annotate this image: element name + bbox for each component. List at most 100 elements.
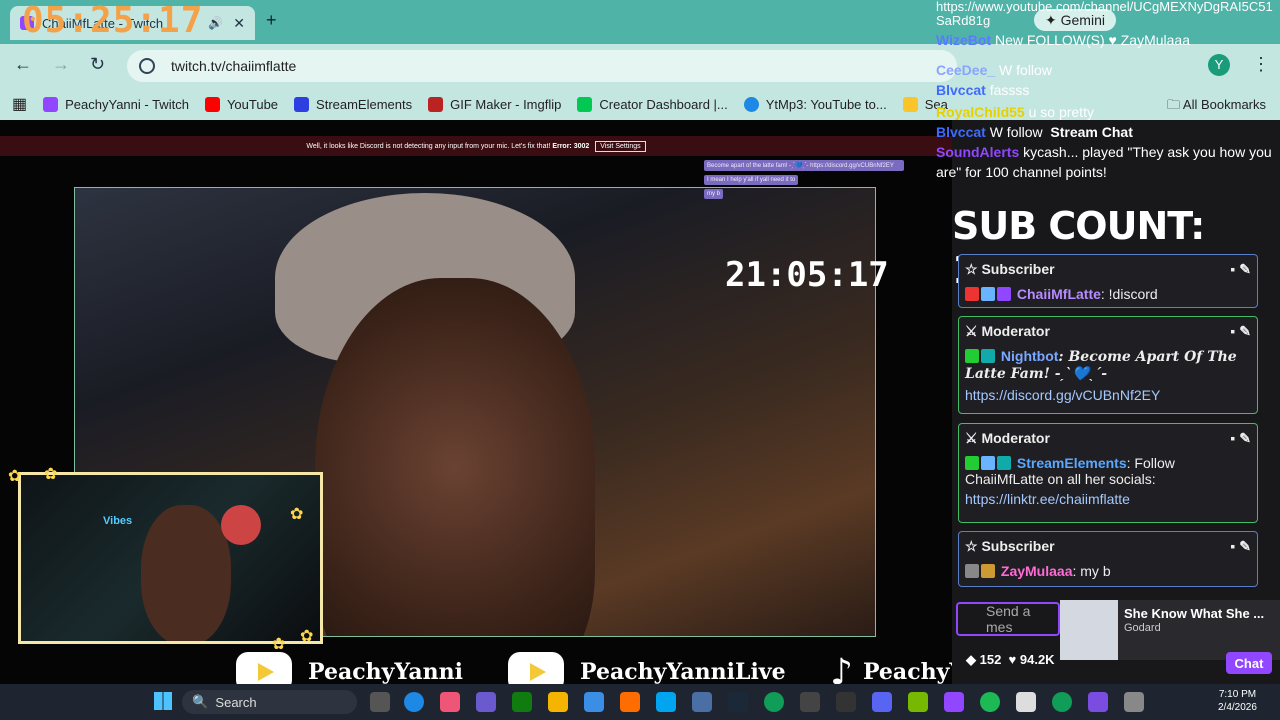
neon-sign: Vibes [103,515,133,527]
media-player-popup[interactable]: She Know What She ... Godard [1060,600,1280,660]
chat-message-card[interactable]: ☆ Subscriber ▪ ✎ ChaiiMfLatte: !discord [958,254,1258,308]
heart-badge-icon [981,287,995,301]
new-tab-button[interactable]: + [266,10,277,31]
back-button[interactable]: ← [14,54,32,75]
flower-icon: ✿ [290,506,304,523]
app-icon[interactable] [836,692,856,712]
search-bookmark-icon [902,96,918,112]
star-icon: ☆ [965,261,978,277]
card-actions-icon[interactable]: ▪ ✎ [1230,430,1251,447]
overlay-mini-chat: Become apart of the latte fam! -ˏˋ💙ˎˊ- h… [704,160,904,203]
chat-message-card[interactable]: ⚔ Moderator ▪ ✎ Nightbot: Become Apart Of… [958,316,1258,414]
app-icon[interactable] [620,692,640,712]
xbox-icon[interactable] [512,692,532,712]
mod-badge-icon [965,349,979,363]
overlay-chat-line: Blvccat fassss [936,82,1030,98]
badge-icon [997,287,1011,301]
album-art [1060,600,1118,660]
badge-icon [965,564,979,578]
url-text: twitch.tv/chaiimflatte [171,58,297,74]
copilot-icon[interactable] [440,692,460,712]
system-clock[interactable]: 7:10 PM 2/4/2026 [1218,688,1257,714]
settings-gear-icon[interactable] [1124,692,1144,712]
windows-start-icon[interactable] [154,692,172,710]
chat-message-card[interactable]: ⚔ Moderator ▪ ✎ StreamElements: Follow Ch… [958,423,1258,523]
notepad-icon[interactable] [1016,692,1036,712]
steam-icon[interactable] [728,692,748,712]
taskbar-search[interactable]: 🔍 Search [182,690,357,714]
creator-dashboard-icon [577,96,593,112]
flower-icon: ✿ [44,466,58,483]
card-actions-icon[interactable]: ▪ ✎ [1230,538,1251,555]
task-view-icon[interactable] [370,692,390,712]
overlay-chat-feed: https://www.youtube.com/channel/UCgMEXNy… [936,0,1280,182]
flower-icon: ✿ [8,468,22,485]
sword-icon: ⚔ [965,430,978,446]
twitch-icon [43,96,59,112]
reload-button[interactable]: ↻ [90,54,105,75]
stream-chat-label: Stream Chat [1050,124,1133,140]
stream-timer: 21:05:17 [725,255,889,295]
edge-icon[interactable] [404,692,424,712]
store-icon[interactable] [584,692,604,712]
card-actions-icon[interactable]: ▪ ✎ [1230,261,1251,278]
address-bar[interactable]: twitch.tv/chaiimflatte [127,50,957,82]
webcam-person [141,505,231,641]
badge-icon [965,287,979,301]
star-icon: ☆ [965,538,978,554]
bot-badge-icon [981,349,995,363]
bookmark-1[interactable]: YouTube [204,96,278,112]
sword-icon: ⚔ [965,323,978,339]
media-artist: Godard [1124,622,1161,634]
chrome-icon[interactable] [764,692,784,712]
chrome-icon[interactable] [1052,692,1072,712]
youtube-icon [204,96,220,112]
card-actions-icon[interactable]: ▪ ✎ [1230,323,1251,340]
bookmark-3[interactable]: GIF Maker - Imgflip [428,96,561,112]
overlay-chat-line: Blvccat W follow Stream Chat [936,124,1133,140]
close-tab-icon[interactable]: ✕ [233,15,245,32]
nvidia-icon[interactable] [908,692,928,712]
heart-badge-icon [981,456,995,470]
speaker-icon[interactable]: 🔊 [208,16,223,30]
overlay-url: https://www.youtube.com/channel/UCgMEXNy… [936,0,1273,28]
channel-stats: ◆ 152 ♥ 94.2K [966,652,1055,667]
ytmp3-icon [743,96,759,112]
streamer-figure [315,278,595,636]
plush-toy [221,505,261,545]
app-icon[interactable] [1088,692,1108,712]
overlay-clock: 05:25:17 [22,0,204,41]
badge-icon [981,564,995,578]
overlay-chat-line: WizeBot New FOLLOW(S) ♥ ZayMulaaa [936,32,1191,48]
forward-button[interactable]: → [52,54,70,75]
media-title: She Know What She ... [1124,606,1265,621]
discord-icon[interactable] [872,692,892,712]
bookmark-5[interactable]: YtMp3: YouTube to... [743,96,887,112]
bot-badge-icon [997,456,1011,470]
bookmark-2[interactable]: StreamElements [294,96,412,112]
teams-icon[interactable] [476,692,496,712]
overlay-chat-line: SoundAlerts kycash... played "They ask y… [936,144,1272,180]
discord-link[interactable]: https://discord.gg/vCUBnNf2EY [965,387,1251,403]
chat-send-button[interactable]: Chat [1226,652,1272,674]
site-info-icon[interactable] [139,58,155,74]
overlay-chat-line: CeeDee_ W follow [936,62,1052,78]
bookmark-4[interactable]: Creator Dashboard |... [577,96,728,112]
visit-settings-button[interactable]: Visit Settings [595,140,646,152]
flower-icon: ✿ [300,628,314,645]
webcam-overlay: Vibes [18,472,323,644]
chat-input[interactable]: Send a mes [956,602,1060,636]
app-icon[interactable] [692,692,712,712]
app-icon[interactable] [656,692,676,712]
overlay-chat-line: RoyalChild55 u so pretty [936,104,1094,120]
linktree-link[interactable]: https://linktr.ee/chaiimflatte [965,491,1251,507]
apps-grid-icon[interactable]: ▦ [12,94,27,114]
imgflip-icon [428,96,444,112]
app-icon[interactable] [800,692,820,712]
twitch-icon[interactable] [944,692,964,712]
spotify-icon[interactable] [980,692,1000,712]
file-explorer-icon[interactable] [548,692,568,712]
chat-message-card[interactable]: ☆ Subscriber ▪ ✎ ZayMulaaa: my b [958,531,1258,587]
streamelements-icon [294,96,310,112]
bookmark-0[interactable]: PeachyYanni - Twitch [43,96,189,112]
